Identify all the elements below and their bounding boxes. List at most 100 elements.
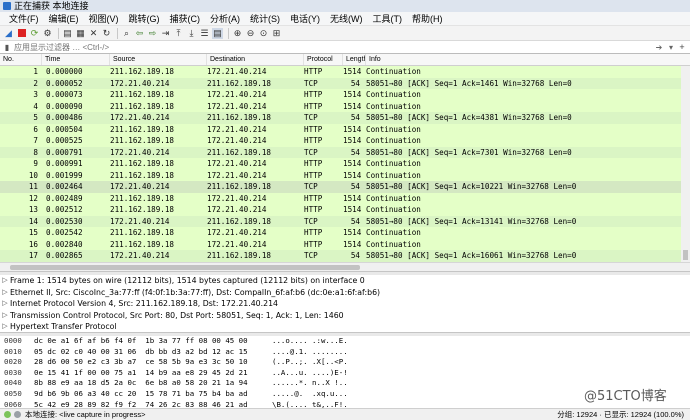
resize-columns-icon[interactable]: ⊞ (271, 28, 282, 39)
bytes-hex[interactable]: 9d b6 9b 06 a3 40 cc 20 15 78 71 ba 75 b… (34, 389, 272, 400)
column-header-time[interactable]: Time (42, 54, 110, 65)
column-header-info[interactable]: Info (366, 54, 690, 65)
autoscroll-icon[interactable]: ☰ (199, 28, 210, 39)
menu-item[interactable]: 捕获(C) (165, 12, 206, 26)
bytes-hex[interactable]: 05 dc 02 c0 40 00 31 06 db bb d3 a2 bd 1… (34, 347, 272, 358)
zoom-in-icon[interactable]: ⊕ (232, 28, 243, 39)
bytes-ascii[interactable]: (..P..;. .X[..<P. (272, 357, 392, 368)
filter-dropdown-icon[interactable]: ▾ (665, 43, 677, 52)
bytes-hex[interactable]: 8b 88 e9 aa 18 d5 2a 0c 6e b8 a0 58 20 2… (34, 378, 272, 389)
packet-row[interactable]: 5 0.000486 172.21.40.214 211.162.189.18 TCP 5… (0, 112, 690, 124)
zoom-normal-icon[interactable]: ⊙ (258, 28, 269, 39)
bytes-offset[interactable]: 0030 (0, 368, 34, 379)
column-header-protocol[interactable]: Protocol (304, 54, 343, 65)
packet-row[interactable]: 9 0.000991 211.162.189.18 172.21.40.214 HTTP… (0, 158, 690, 170)
bytes-offset[interactable]: 0010 (0, 347, 34, 358)
expand-arrow-icon[interactable]: ▷ (0, 287, 10, 299)
bytes-ascii[interactable]: \B.(.... t&,..F!. (272, 400, 392, 408)
packet-row[interactable]: 10 0.001999 211.162.189.18 172.21.40.214 HTT… (0, 169, 690, 181)
display-filter-input[interactable] (14, 41, 653, 53)
bytes-offset[interactable]: 0040 (0, 378, 34, 389)
bytes-ascii[interactable]: ..A...u. ....)E-! (272, 368, 392, 379)
column-header-source[interactable]: Source (110, 54, 207, 65)
zoom-out-icon[interactable]: ⊖ (245, 28, 256, 39)
menu-item[interactable]: 跳转(G) (124, 12, 165, 26)
packet-list-horizontal-scrollbar[interactable] (0, 262, 690, 271)
packet-list-vertical-scrollbar[interactable] (681, 66, 690, 262)
bytes-hex[interactable]: 5c 42 e9 28 89 82 f9 f2 74 26 2c 83 88 4… (34, 400, 272, 408)
menu-item[interactable]: 无线(W) (325, 12, 368, 26)
bytes-ascii[interactable]: ......*. n..X !.. (272, 378, 392, 389)
go-back-icon[interactable]: ⇦ (134, 28, 145, 39)
open-file-icon[interactable]: ▤ (62, 28, 73, 39)
horizontal-scroll-thumb[interactable] (10, 265, 360, 270)
detail-tree-item[interactable]: ▷ Frame 1: 1514 bytes on wire (12112 bits… (0, 275, 690, 287)
packet-row[interactable]: 15 0.002542 211.162.189.18 172.21.40.214 HTT… (0, 227, 690, 239)
menu-item[interactable]: 视图(V) (84, 12, 124, 26)
detail-tree-item[interactable]: ▷ Ethernet II, Src: CiscoInc_3a:77:ff (f4… (0, 287, 690, 299)
interface-icon[interactable]: ◢ (3, 28, 14, 39)
find-packet-icon[interactable]: ⌕ (121, 28, 132, 39)
filter-apply-arrow-icon[interactable]: ➔ (653, 43, 665, 52)
detail-tree-item[interactable]: ▷ Hypertext Transfer Protocol (0, 321, 690, 332)
packet-row[interactable]: 16 0.002840 211.162.189.18 172.21.40.214 HTT… (0, 238, 690, 250)
bytes-ascii[interactable]: ...o.... .:w...E. (272, 336, 392, 347)
packet-row[interactable]: 8 0.000791 172.21.40.214 211.162.189.18 TCP 5… (0, 146, 690, 158)
menu-item[interactable]: 工具(T) (368, 12, 408, 26)
last-packet-icon[interactable]: ⤓ (186, 28, 197, 39)
packet-row[interactable]: 14 0.002530 172.21.40.214 211.162.189.18 TCP… (0, 215, 690, 227)
capture-status-icon[interactable] (4, 411, 11, 418)
vertical-scroll-thumb[interactable] (683, 250, 688, 260)
bookmark-icon[interactable]: ▮ (2, 42, 12, 52)
first-packet-icon[interactable]: ⤒ (173, 28, 184, 39)
stop-capture-icon[interactable] (16, 28, 27, 39)
expert-info-icon[interactable] (14, 411, 21, 418)
packet-row[interactable]: 3 0.000073 211.162.189.18 172.21.40.214 HTTP… (0, 89, 690, 101)
menu-item[interactable]: 统计(S) (245, 12, 285, 26)
expand-arrow-icon[interactable]: ▷ (0, 310, 10, 322)
go-to-packet-icon[interactable]: ⇥ (160, 28, 171, 39)
column-header-destination[interactable]: Destination (207, 54, 304, 65)
restart-capture-icon[interactable]: ⟳ (29, 28, 40, 39)
menu-item[interactable]: 分析(A) (205, 12, 245, 26)
packet-time: 0.002865 (46, 251, 83, 260)
packet-row[interactable]: 2 0.000052 172.21.40.214 211.162.189.18 TCP 5… (0, 77, 690, 89)
close-file-icon[interactable]: ✕ (88, 28, 99, 39)
menu-item[interactable]: 电话(Y) (285, 12, 325, 26)
bytes-hex[interactable]: dc 0e a1 6f af b6 f4 0f 1b 3a 77 ff 08 0… (34, 336, 272, 347)
packet-row[interactable]: 4 0.000090 211.162.189.18 172.21.40.214 HTTP… (0, 100, 690, 112)
packet-row[interactable]: 6 0.000504 211.162.189.18 172.21.40.214 HTTP… (0, 123, 690, 135)
packet-row[interactable]: 7 0.000525 211.162.189.18 172.21.40.214 HTTP… (0, 135, 690, 147)
save-file-icon[interactable]: ▦ (75, 28, 86, 39)
packet-list[interactable]: No. Time Source Destination Protocol Len… (0, 54, 690, 262)
bytes-offset[interactable]: 0060 (0, 400, 34, 408)
expand-arrow-icon[interactable]: ▷ (0, 298, 10, 310)
packet-row[interactable]: 1 0.000000 211.162.189.18 172.21.40.214 HTTP… (0, 66, 690, 78)
bytes-ascii[interactable]: .....@. .xq.u... (272, 389, 392, 400)
capture-options-icon[interactable]: ⚙ (42, 28, 53, 39)
packet-row[interactable]: 13 0.002512 211.162.189.18 172.21.40.214 HTT… (0, 204, 690, 216)
go-forward-icon[interactable]: ⇨ (147, 28, 158, 39)
packet-protocol: HTTP (304, 239, 323, 249)
packet-row[interactable]: 12 0.002489 211.162.189.18 172.21.40.214 HTT… (0, 192, 690, 204)
bytes-hex[interactable]: 28 d6 00 50 e2 c3 3b a7 ce 58 5b 9a e3 3… (34, 357, 272, 368)
bytes-ascii[interactable]: ....@.1. ........ (272, 347, 392, 358)
menu-item[interactable]: 编辑(E) (44, 12, 84, 26)
packet-row[interactable]: 11 0.002464 172.21.40.214 211.162.189.18 TCP… (0, 181, 690, 193)
menu-item[interactable]: 文件(F) (4, 12, 44, 26)
add-filter-icon[interactable]: + (677, 42, 687, 52)
packet-row[interactable]: 17 0.002865 172.21.40.214 211.162.189.18 TCP… (0, 250, 690, 262)
detail-tree-item[interactable]: ▷ Internet Protocol Version 4, Src: 211.1… (0, 298, 690, 310)
bytes-offset[interactable]: 0000 (0, 336, 34, 347)
bytes-offset[interactable]: 0050 (0, 389, 34, 400)
column-header-length[interactable]: Length (343, 54, 366, 65)
menu-item[interactable]: 帮助(H) (407, 12, 448, 26)
bytes-hex[interactable]: 0e 15 41 1f 00 00 75 a1 14 b9 aa e8 29 4… (34, 368, 272, 379)
column-header-no[interactable]: No. (0, 54, 42, 65)
detail-tree-item[interactable]: ▷ Transmission Control Protocol, Src Port… (0, 310, 690, 322)
expand-arrow-icon[interactable]: ▷ (0, 321, 10, 332)
colorize-icon[interactable]: ▤ (212, 27, 223, 39)
expand-arrow-icon[interactable]: ▷ (0, 275, 10, 287)
bytes-offset[interactable]: 0020 (0, 357, 34, 368)
reload-icon[interactable]: ↻ (101, 28, 112, 39)
